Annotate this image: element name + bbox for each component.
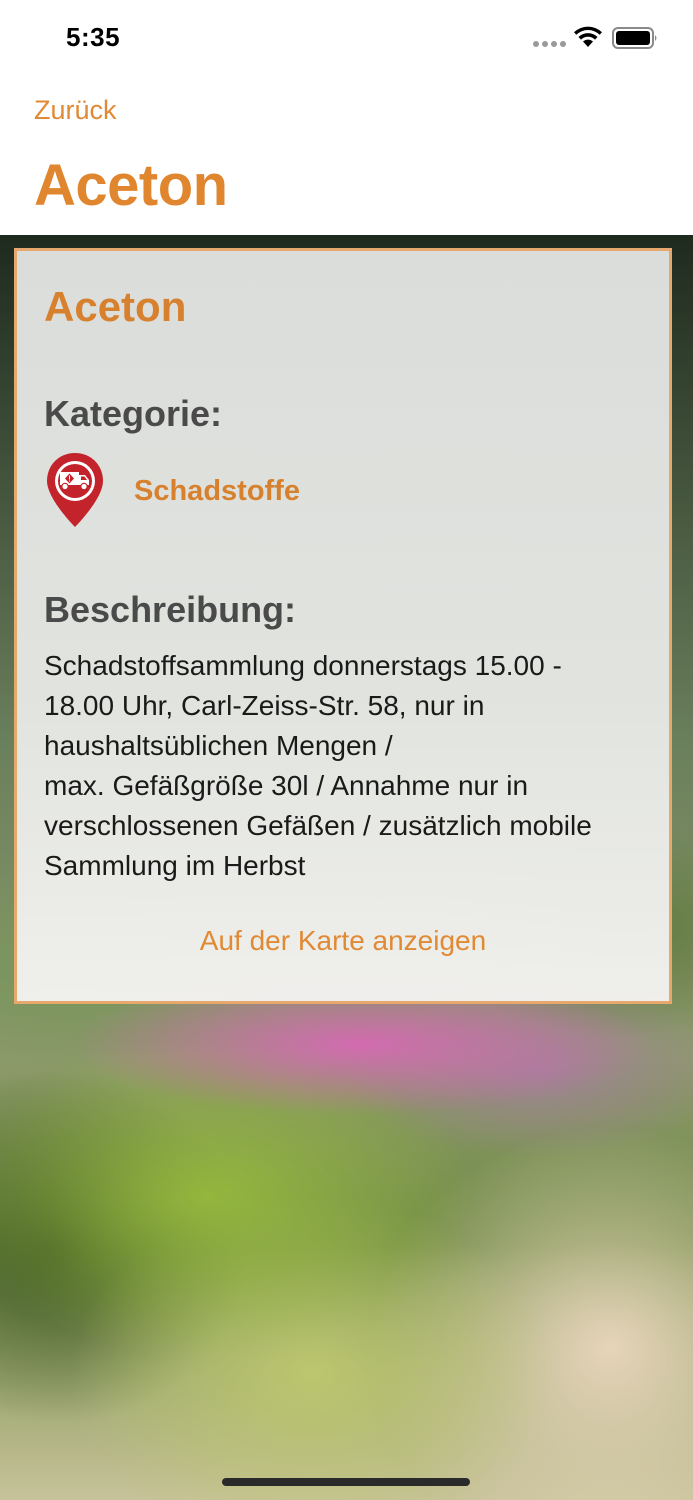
hazmat-truck-pin-icon	[47, 453, 103, 527]
status-time: 5:35	[66, 22, 121, 52]
home-indicator[interactable]	[222, 1478, 470, 1486]
signal-dots-icon	[533, 41, 567, 47]
category-label: Schadstoffe	[134, 475, 300, 507]
detail-card: Aceton Kategorie: Schadstoffe Beschreibu…	[14, 248, 672, 1004]
category-heading: Kategorie:	[44, 393, 223, 434]
battery-icon	[612, 27, 657, 49]
show-on-map-button[interactable]: Auf der Karte anzeigen	[17, 925, 669, 957]
navigation-bar: Zurück Aceton	[0, 78, 693, 235]
status-bar: 5:35	[0, 0, 693, 78]
wifi-icon	[574, 26, 602, 47]
category-row[interactable]: Schadstoffe	[44, 451, 644, 531]
description-text: Schadstoffsammlung donnerstags 15.00 - 1…	[44, 650, 592, 881]
back-button[interactable]: Zurück	[34, 95, 117, 126]
card-title: Aceton	[44, 283, 187, 330]
description-heading: Beschreibung:	[44, 589, 297, 630]
page-title: Aceton	[34, 153, 228, 218]
